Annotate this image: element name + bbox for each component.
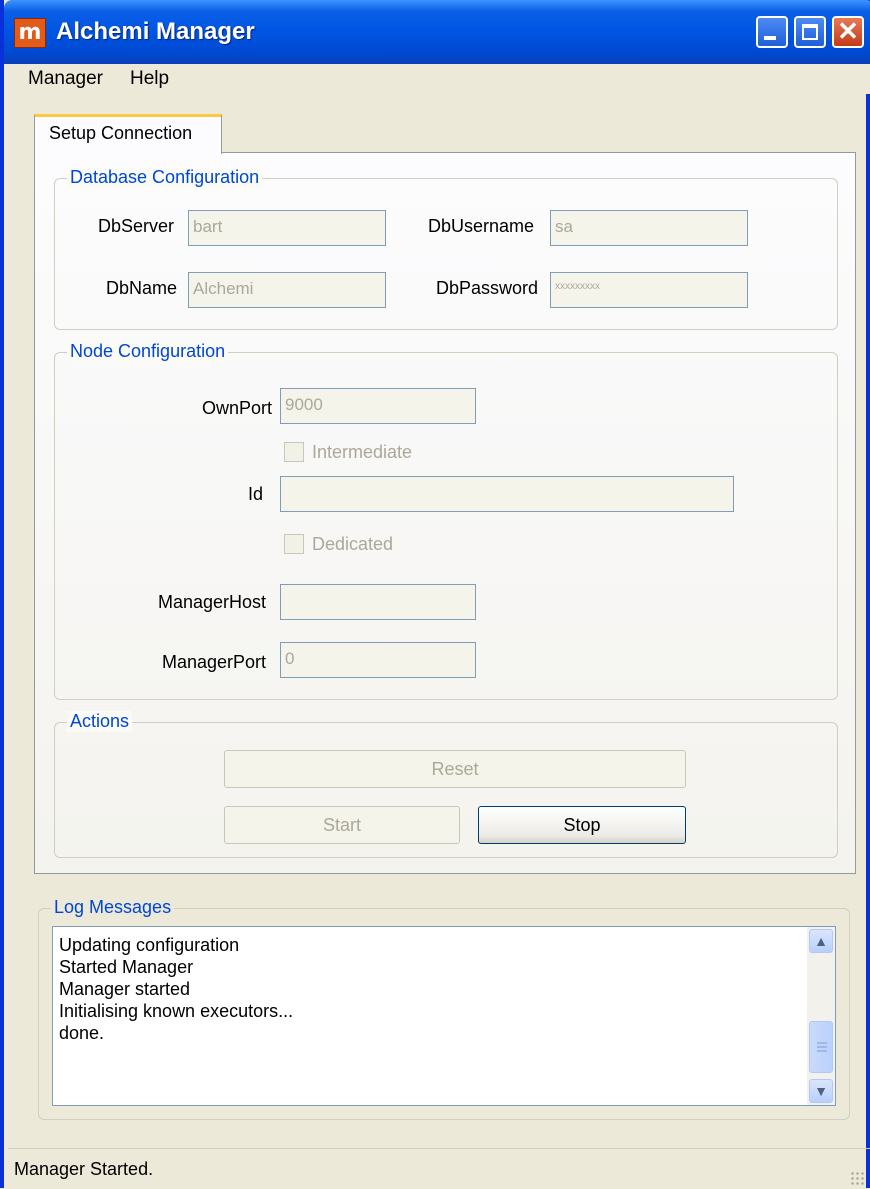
managerport-label: ManagerPort — [162, 652, 267, 672]
app-window: m Alchemi Manager ✕ Manager Help Setup C… — [0, 0, 870, 1188]
maximize-icon — [802, 24, 818, 40]
group-title: Database Configuration — [67, 167, 263, 188]
group-title: Actions — [67, 711, 133, 732]
stop-button[interactable]: Stop — [478, 806, 686, 844]
chevron-down-icon: ▼ — [814, 1083, 828, 1099]
managerhost-field[interactable] — [280, 584, 476, 620]
window-title: Alchemi Manager — [56, 18, 255, 45]
dbserver-label: DbServer — [98, 216, 175, 236]
close-button[interactable]: ✕ — [832, 16, 864, 48]
title-bar[interactable]: m Alchemi Manager ✕ — [4, 0, 870, 64]
log-line: done. — [59, 1023, 105, 1043]
tab-setup-connection[interactable]: Setup Connection — [34, 114, 222, 154]
m-app-icon: m — [14, 18, 46, 48]
id-label: Id — [248, 484, 264, 504]
grip-line — [817, 1042, 827, 1044]
status-text: Manager Started. — [14, 1159, 154, 1179]
chevron-up-icon: ▲ — [814, 933, 828, 949]
maximize-button[interactable] — [794, 16, 826, 48]
vertical-scrollbar[interactable]: ▲ ▼ — [807, 927, 835, 1105]
dedicated-label: Dedicated — [312, 534, 394, 554]
close-icon: ✕ — [837, 16, 859, 46]
minimize-icon — [764, 36, 776, 40]
dbusername-field[interactable]: sa — [550, 210, 748, 246]
id-field[interactable] — [280, 476, 734, 512]
ownport-field[interactable]: 9000 — [280, 388, 476, 424]
group-title: Log Messages — [51, 897, 175, 918]
minimize-button[interactable] — [756, 16, 788, 48]
log-line: Initialising known executors... — [59, 1001, 294, 1021]
dbpassword-label: DbPassword — [436, 278, 539, 298]
dbusername-label: DbUsername — [428, 216, 535, 236]
dbname-label: DbName — [106, 278, 178, 298]
scroll-down-button[interactable]: ▼ — [809, 1079, 833, 1103]
tab-label: Setup Connection — [49, 123, 193, 143]
log-line: Manager started — [59, 979, 191, 999]
scroll-thumb[interactable] — [809, 1021, 833, 1073]
ownport-label: OwnPort — [202, 398, 273, 418]
resize-grip-icon[interactable] — [850, 1171, 864, 1185]
log-line: Updating configuration — [59, 935, 240, 955]
dbpassword-field[interactable]: xxxxxxxxx — [550, 272, 748, 308]
dbserver-field[interactable]: bart — [188, 210, 386, 246]
menu-bar: Manager Help — [8, 64, 870, 94]
intermediate-checkbox[interactable] — [284, 442, 304, 462]
start-button[interactable]: Start — [224, 806, 460, 844]
managerport-field[interactable]: 0 — [280, 642, 476, 678]
reset-button[interactable]: Reset — [224, 750, 686, 788]
scroll-up-button[interactable]: ▲ — [809, 929, 833, 953]
group-title: Node Configuration — [67, 341, 229, 362]
status-bar: Manager Started. — [8, 1148, 870, 1189]
menu-manager[interactable]: Manager — [28, 68, 103, 90]
grip-line — [817, 1050, 827, 1052]
intermediate-label: Intermediate — [312, 442, 413, 462]
dbname-field[interactable]: Alchemi — [188, 272, 386, 308]
menu-help[interactable]: Help — [130, 68, 169, 90]
log-listbox[interactable]: Updating configuration Started Manager M… — [52, 926, 836, 1106]
dedicated-checkbox[interactable] — [284, 534, 304, 554]
managerhost-label: ManagerHost — [158, 592, 267, 612]
log-line: Started Manager — [59, 957, 194, 977]
grip-line — [817, 1046, 827, 1048]
